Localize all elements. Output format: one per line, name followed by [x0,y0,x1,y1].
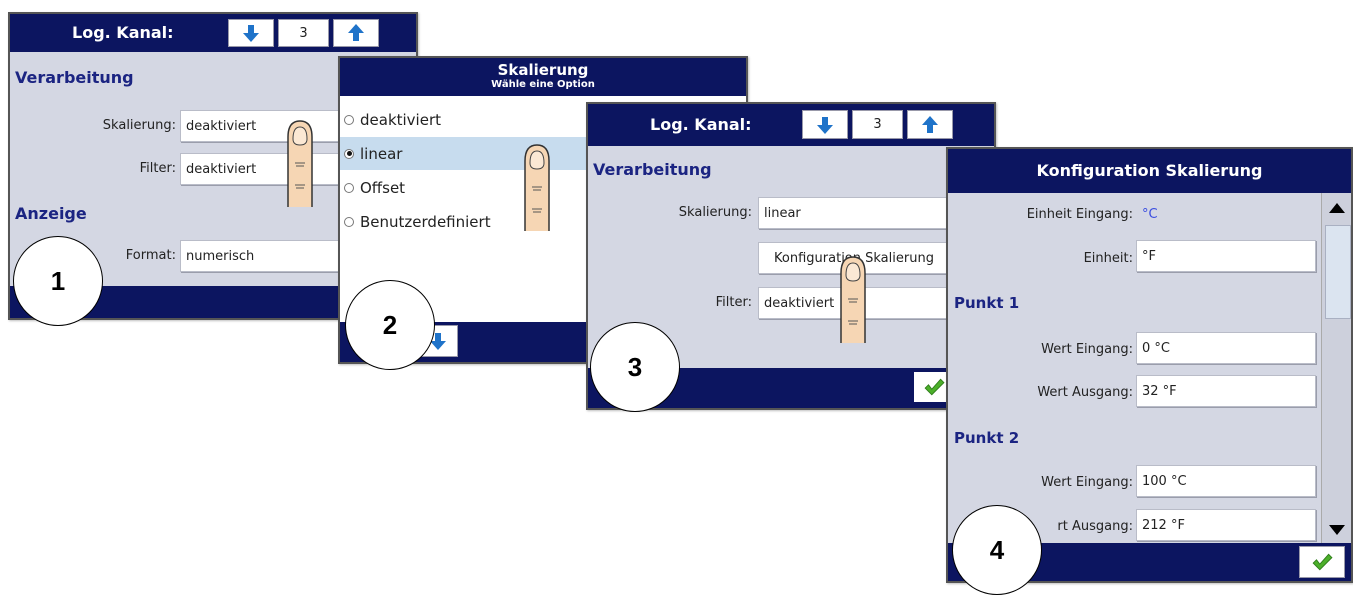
option-label: linear [360,144,403,163]
section-point-2: Punkt 2 [954,429,1020,447]
options-subtitle: Wähle eine Option [491,79,595,90]
input-value-1-field[interactable]: 0 °C [1136,332,1316,364]
title-bar: Skalierung Wähle eine Option [340,58,746,96]
channel-title: Log. Kanal: [72,23,174,42]
section-processing: Verarbeitung [593,160,712,179]
section-point-1: Punkt 1 [954,294,1020,312]
label-scaling: Skalierung: [102,118,176,133]
title-bar: Konfiguration Skalierung [948,149,1351,193]
label-output-value-1: Wert Ausgang: [1037,385,1133,400]
step-badge-2: 2 [345,280,435,370]
section-processing: Verarbeitung [15,68,134,87]
triangle-up-icon [1328,203,1345,213]
scrollbar[interactable] [1321,193,1351,545]
radio-icon [344,182,354,193]
section-display: Anzeige [15,204,87,223]
option-label: Offset [360,178,406,197]
checkmark-icon [923,376,945,398]
radio-icon [344,114,354,125]
checkmark-icon [1311,551,1333,573]
scroll-down-button[interactable] [1322,515,1351,545]
label-filter: Filter: [139,161,176,176]
arrow-up-icon [346,23,366,43]
step-badge-3: 3 [590,322,680,412]
triangle-down-icon [1328,525,1345,535]
unit-input-value: °C [1142,207,1158,222]
label-unit-input: Einheit Eingang: [1026,207,1133,222]
output-value-2-field[interactable]: 212 °F [1136,509,1316,541]
channel-up-button[interactable] [333,19,379,47]
unit-field[interactable]: °F [1136,240,1316,272]
label-input-value-1: Wert Eingang: [1041,342,1133,357]
scroll-up-button[interactable] [1322,193,1351,223]
label-output-value-2: rt Ausgang: [1057,519,1133,534]
arrow-down-icon [241,23,261,43]
step-badge-4: 4 [952,505,1042,595]
label-unit: Einheit: [1083,251,1133,266]
label-input-value-2: Wert Eingang: [1041,475,1133,490]
options-title: Skalierung [497,61,589,79]
arrow-down-icon [815,115,835,135]
config-title: Konfiguration Skalierung [1036,161,1263,180]
label-scaling: Skalierung: [678,205,752,220]
ok-button[interactable] [1299,546,1345,578]
pointing-finger-icon [833,248,873,348]
step-badge-1: 1 [13,236,103,326]
scroll-thumb[interactable] [1325,225,1351,319]
channel-number[interactable]: 3 [852,110,903,139]
channel-down-button[interactable] [802,110,848,139]
channel-number[interactable]: 3 [278,19,329,47]
label-format: Format: [125,248,176,263]
input-value-2-field[interactable]: 100 °C [1136,465,1316,497]
radio-icon [344,216,354,227]
output-value-1-field[interactable]: 32 °F [1136,375,1316,407]
channel-up-button[interactable] [907,110,953,139]
radio-selected-icon [344,148,354,159]
title-bar: Log. Kanal: 3 [10,14,416,52]
pointing-finger-icon [280,112,320,212]
option-label: deaktiviert [360,110,441,129]
pointing-finger-icon [517,136,557,236]
title-bar: Log. Kanal: 3 [588,104,994,146]
label-filter: Filter: [715,295,752,310]
channel-down-button[interactable] [228,19,274,47]
arrow-up-icon [920,115,940,135]
channel-title: Log. Kanal: [650,115,752,134]
option-label: Benutzerdefiniert [360,212,491,231]
